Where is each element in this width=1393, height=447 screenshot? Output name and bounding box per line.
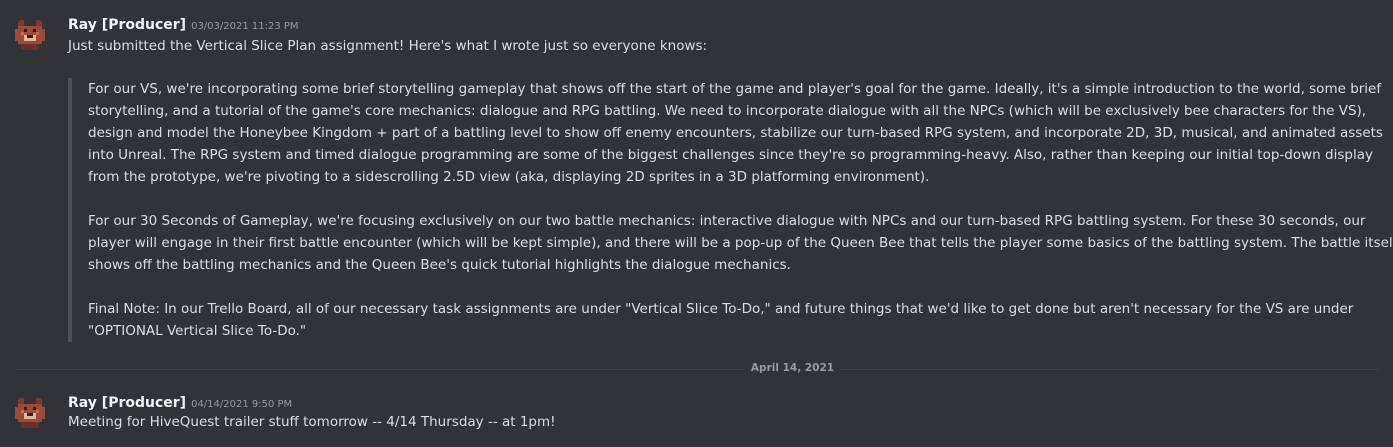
quote-line: into Unreal. The RPG system and timed di…: [88, 147, 1373, 163]
chat-messages: Ray [Producer] 03/03/2021 11:23 PM Just s…: [0, 0, 1393, 447]
quote-line: design and model the Honeybee Kingdom + …: [88, 125, 1383, 141]
avatar[interactable]: [12, 17, 48, 53]
quote-line: shows off the battling mechanics and the…: [88, 257, 791, 273]
pixel-bear-avatar-icon: [12, 17, 48, 53]
quote-line: For our VS, we're incorporating some bri…: [88, 81, 1382, 97]
pixel-bear-avatar-icon: [12, 395, 48, 431]
message-header: Ray [Producer] 04/14/2021 9:50 PM: [68, 392, 292, 411]
quote-line: "OPTIONAL Vertical Slice To-Do.": [88, 323, 307, 339]
quote-line: from the prototype, we're pivoting to a …: [88, 169, 930, 185]
message-text: Just submitted the Vertical Slice Plan a…: [68, 38, 708, 54]
avatar[interactable]: [12, 395, 48, 431]
message-text: Meeting for HiveQuest trailer stuff tomo…: [68, 414, 556, 430]
timestamp: 03/03/2021 11:23 PM: [191, 21, 299, 32]
username[interactable]: Ray [Producer]: [68, 395, 186, 411]
quote-line: storytelling, and a tutorial of the game…: [88, 103, 1367, 119]
block-quote: For our VS, we're incorporating some bri…: [68, 78, 1393, 342]
quote-line: player will engage in their first battle…: [88, 235, 1393, 251]
date-divider: April 14, 2021: [0, 362, 1393, 374]
date-divider-label: April 14, 2021: [744, 362, 841, 374]
quote-line: For our 30 Seconds of Gameplay, we're fo…: [88, 213, 1366, 229]
quote-line: Final Note: In our Trello Board, all of …: [88, 301, 1354, 317]
message-header: Ray [Producer] 03/03/2021 11:23 PM: [68, 14, 299, 33]
username[interactable]: Ray [Producer]: [68, 17, 186, 33]
timestamp: 04/14/2021 9:50 PM: [191, 399, 293, 410]
